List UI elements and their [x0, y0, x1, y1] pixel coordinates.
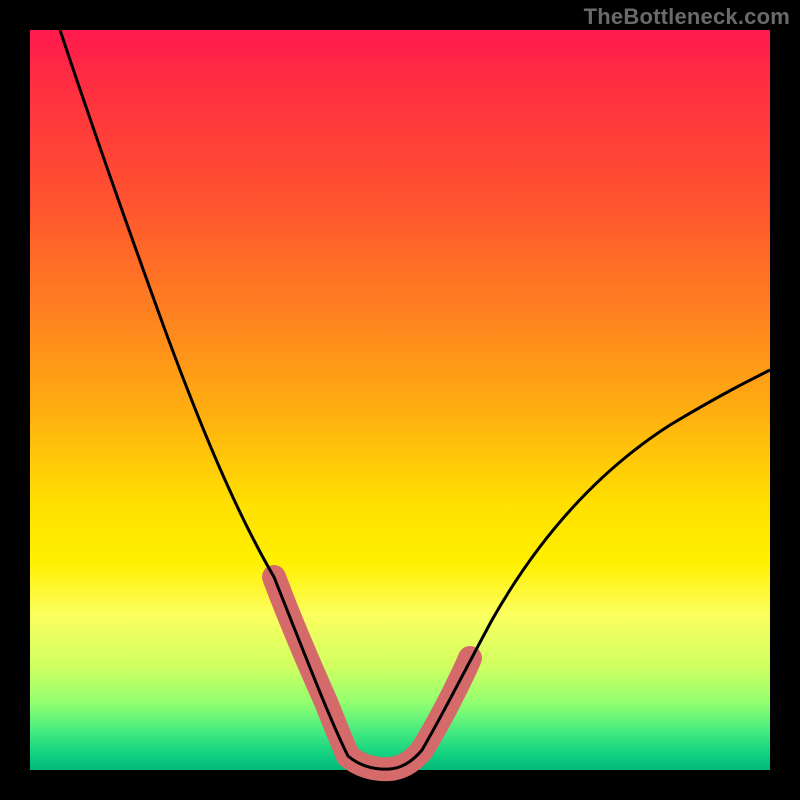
main-curve-path [60, 30, 770, 769]
watermark-text: TheBottleneck.com [584, 4, 790, 30]
plot-area [30, 30, 770, 770]
chart-frame: TheBottleneck.com [0, 0, 800, 800]
bottleneck-curve [30, 30, 770, 770]
